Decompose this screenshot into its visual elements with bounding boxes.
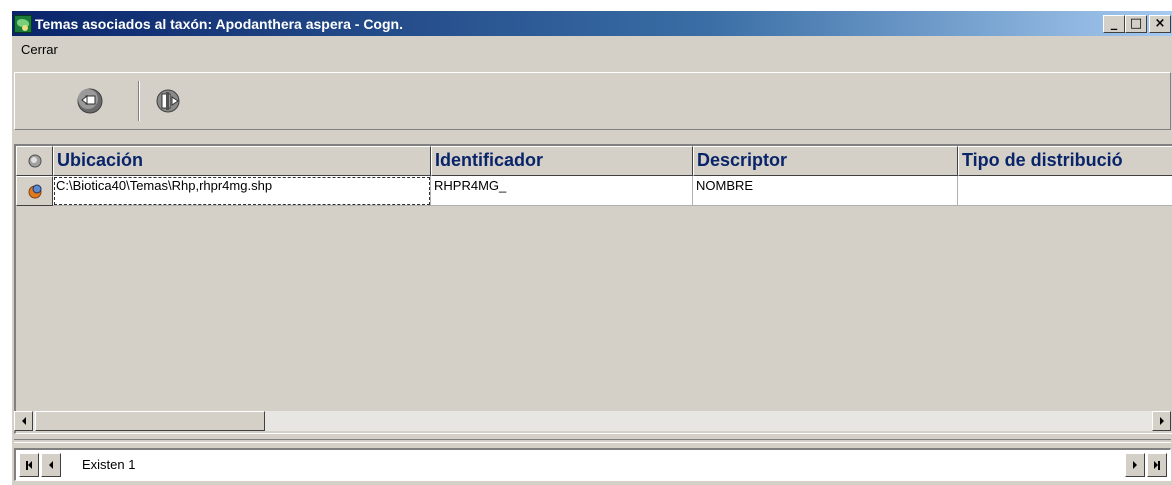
grid-header: Ubicación Identificador Descriptor Tipo … [16, 146, 1172, 176]
column-header-identificador[interactable]: Identificador [431, 146, 693, 176]
minimize-button[interactable]: _ [1103, 15, 1125, 33]
scroll-left-button[interactable] [14, 411, 33, 431]
window-controls: _ □ × [1103, 15, 1171, 33]
window-title: Temas asociados al taxón: Apodanthera as… [35, 15, 403, 32]
cell-tipo-distribucion[interactable] [958, 176, 1172, 206]
cell-descriptor[interactable]: NOMBRE [693, 176, 958, 206]
horizontal-scrollbar[interactable] [14, 411, 1171, 431]
export-button[interactable] [153, 85, 187, 117]
column-header-ubicacion[interactable]: Ubicación [53, 146, 431, 176]
menu-bar: Cerrar [12, 36, 1172, 62]
table-row[interactable]: C:\Biotica40\Temas\Rhp,rhpr4mg.shp RHPR4… [16, 176, 1172, 206]
data-grid: Ubicación Identificador Descriptor Tipo … [14, 144, 1172, 434]
cell-ubicacion[interactable]: C:\Biotica40\Temas\Rhp,rhpr4mg.shp [53, 176, 431, 206]
export-icon [156, 89, 180, 113]
column-header-tipo-distribucion[interactable]: Tipo de distribució [958, 146, 1172, 176]
select-all-icon [28, 154, 41, 168]
cell-identificador[interactable]: RHPR4MG_ [431, 176, 693, 206]
previous-arrow-icon [49, 461, 53, 469]
back-button[interactable] [73, 85, 107, 117]
close-button[interactable]: × [1149, 15, 1171, 33]
app-icon[interactable] [14, 14, 32, 33]
scroll-thumb[interactable] [35, 411, 265, 431]
record-count-status: Existen 1 [82, 457, 136, 472]
first-record-button[interactable] [19, 453, 39, 477]
column-header-descriptor[interactable]: Descriptor [693, 146, 958, 176]
scroll-right-button[interactable] [1152, 411, 1171, 431]
grid-corner[interactable] [16, 146, 53, 176]
first-arrow-icon [28, 461, 32, 469]
maximize-button[interactable]: □ [1125, 15, 1147, 33]
last-bar-icon [1158, 460, 1160, 470]
row-indicator[interactable] [16, 176, 53, 206]
last-record-button[interactable] [1147, 453, 1167, 477]
arrow-left-icon [21, 417, 26, 425]
menu-item-cerrar[interactable]: Cerrar [17, 40, 62, 59]
app-window: Temas asociados al taxón: Apodanthera as… [11, 10, 1172, 485]
record-navigator: Existen 1 [14, 448, 1171, 481]
back-arrow-icon [77, 88, 103, 114]
arrow-right-icon [1159, 417, 1164, 425]
toolbar [14, 72, 1171, 130]
title-bar[interactable]: Temas asociados al taxón: Apodanthera as… [12, 11, 1172, 36]
next-arrow-icon [1133, 461, 1137, 469]
current-row-icon [28, 184, 41, 199]
divider [14, 439, 1171, 443]
toolbar-separator [138, 81, 140, 121]
previous-record-button[interactable] [41, 453, 61, 477]
next-record-button[interactable] [1125, 453, 1145, 477]
